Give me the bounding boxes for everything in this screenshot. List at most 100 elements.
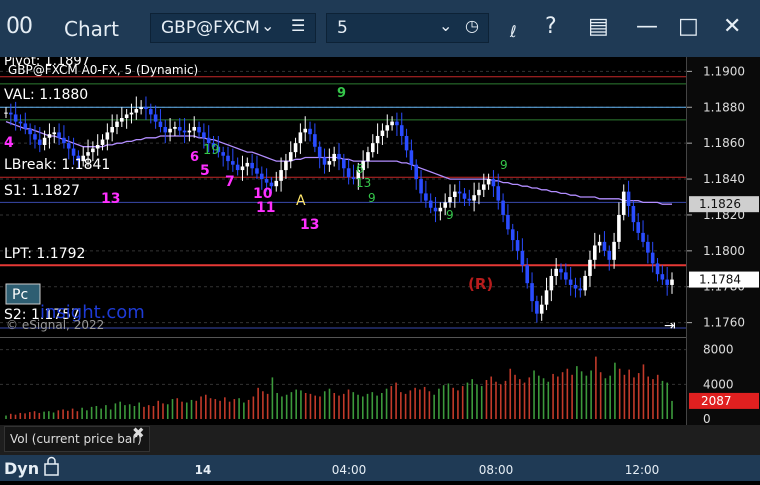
price-bar: [375, 135, 380, 144]
lock-icon[interactable]: [44, 456, 59, 476]
volume-study-label[interactable]: Vol (current price bar): [4, 426, 150, 452]
chevron-down-icon[interactable]: ⌄: [261, 16, 274, 35]
symbol-selector[interactable]: GBP@FXCM ⌄ ☰: [150, 13, 316, 43]
price-axis[interactable]: 1.1900 1.1880 1.1860 1.1840 1.1820 1.1800 1.17…: [686, 57, 760, 426]
ma-price-label: 1.1826: [699, 197, 741, 211]
count-label: 9: [446, 208, 454, 222]
axis-tick-label: 1.1880: [703, 100, 745, 114]
pc-button[interactable]: Pc: [5, 283, 41, 305]
app-logo-icon: 00: [6, 14, 33, 39]
price-bar: [18, 121, 23, 124]
price-bar: [221, 152, 225, 156]
price-bar: [308, 128, 312, 135]
axis-tick-label: 1.1860: [703, 136, 745, 150]
price-bar: [660, 274, 665, 280]
current-price-label: 1.1784: [699, 273, 741, 287]
dyn-label: Dyn: [4, 459, 39, 478]
price-bar: [231, 161, 235, 165]
price-bar: [250, 162, 254, 169]
price-bar: [168, 128, 172, 133]
price-bar: [259, 173, 264, 180]
price-bar: [366, 152, 370, 162]
price-bar: [564, 272, 568, 280]
price-bar: [134, 109, 139, 113]
count-label: 6: [190, 150, 199, 165]
price-bar: [255, 168, 259, 174]
price-bar: [346, 168, 351, 178]
volume-plot[interactable]: [0, 337, 686, 425]
svg-text:⇥: ⇥: [664, 318, 676, 334]
clock-icon[interactable]: ◷: [465, 16, 479, 35]
count-label: 13: [356, 176, 371, 190]
price-bar: [626, 191, 631, 206]
price-bar: [327, 161, 332, 165]
price-bar: [631, 205, 636, 223]
price-bar: [650, 252, 655, 264]
price-plot[interactable]: GBP@FXCM A0-FX, 5 (Dynamic) Pivot: 1.189…: [0, 54, 686, 337]
count-label: 19: [203, 143, 220, 158]
price-bar: [617, 214, 621, 242]
price-bar: [491, 179, 496, 187]
maximize-icon[interactable]: □: [678, 14, 699, 39]
price-bar: [433, 207, 438, 212]
price-bar: [139, 107, 143, 110]
price-bar: [66, 143, 71, 149]
price-bar: [530, 283, 534, 302]
link-icon[interactable]: ℓ: [510, 22, 517, 41]
window-title: Chart: [64, 17, 119, 41]
price-bar: [322, 157, 327, 165]
price-bar: [57, 132, 61, 138]
price-bar: [525, 265, 530, 284]
price-bar: [428, 200, 433, 208]
price-bar: [443, 202, 447, 208]
price-bar: [380, 130, 385, 136]
volume-last-label: 2087: [701, 394, 732, 408]
price-bar: [100, 139, 105, 145]
chevron-down-icon[interactable]: ⌄: [439, 16, 452, 35]
menu-icon[interactable]: ☰: [291, 16, 305, 35]
price-bar: [317, 146, 322, 158]
price-bar: [395, 121, 399, 126]
price-bar: [370, 143, 375, 153]
price-bar: [148, 109, 153, 115]
time-axis[interactable]: Dyn 14 04:00 08:00 12:00: [0, 455, 760, 481]
price-bar: [448, 197, 452, 203]
price-bar: [245, 162, 250, 167]
price-bar: [33, 134, 37, 140]
copyright: © eSignal, 2022: [6, 318, 104, 332]
price-bar: [293, 143, 298, 153]
close-icon[interactable]: ✕: [723, 14, 741, 39]
help-icon[interactable]: ?: [545, 14, 557, 39]
price-bar: [539, 304, 544, 314]
scroll-end-icon[interactable]: ⇥: [664, 318, 676, 334]
price-bar: [86, 152, 90, 156]
price-bar: [240, 166, 245, 171]
count-label: 9: [500, 158, 508, 172]
price-bar: [313, 134, 317, 147]
count-label: 9: [368, 191, 376, 205]
pivot-label: Pivot: 1.1897: [4, 57, 90, 69]
close-icon[interactable]: ✖: [132, 424, 145, 442]
price-bar: [115, 121, 119, 127]
vol-axis-label: 8000: [703, 343, 734, 357]
price-bar: [177, 127, 182, 131]
price-bar: [288, 152, 293, 162]
price-bar: [144, 107, 148, 110]
layout-icon[interactable]: ▤: [588, 14, 609, 39]
price-bar: [477, 189, 481, 196]
price-bar: [274, 180, 279, 187]
interval-value: 5: [337, 18, 348, 38]
price-bar: [583, 275, 587, 291]
price-bar: [506, 214, 510, 230]
price-bar: [438, 207, 443, 212]
price-bar: [303, 128, 308, 133]
marker-a: A: [296, 193, 306, 209]
price-bar: [554, 268, 558, 276]
price-bar: [621, 191, 626, 215]
price-bar: [404, 135, 409, 151]
interval-selector[interactable]: 5 ⌄ ◷: [326, 13, 489, 43]
price-bar: [202, 132, 206, 138]
symbol-value: GBP@FXCM: [161, 18, 260, 38]
price-bar: [414, 164, 419, 180]
minimize-icon[interactable]: —: [636, 14, 658, 39]
